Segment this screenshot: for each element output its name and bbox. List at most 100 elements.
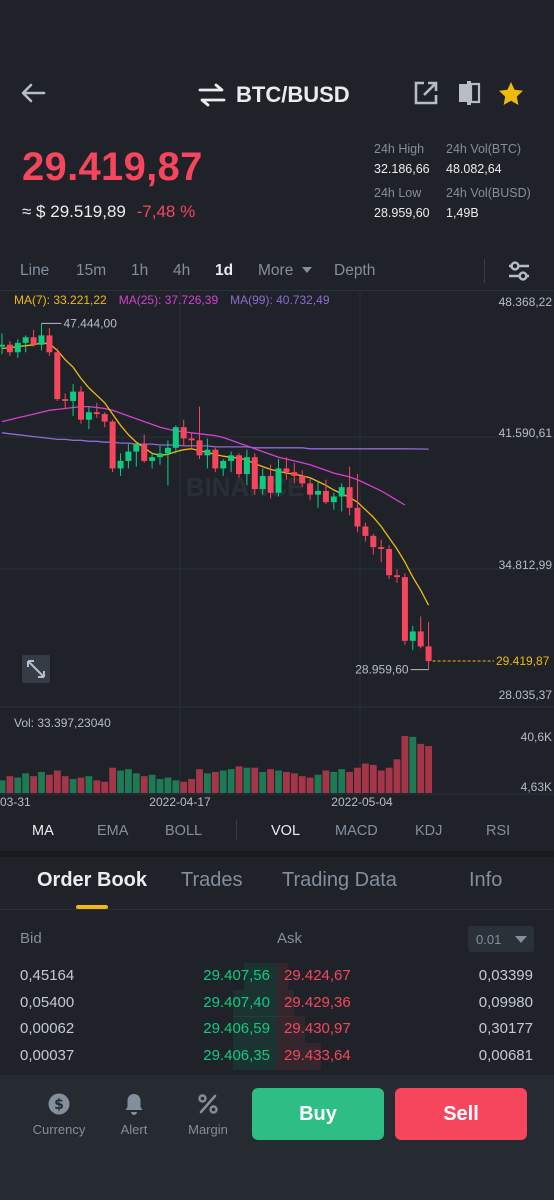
indicator-kdj[interactable]: KDJ — [415, 823, 442, 839]
compare-icon[interactable] — [456, 80, 482, 106]
interval-1h[interactable]: 1h — [131, 262, 148, 280]
volume-bar — [132, 773, 140, 793]
candle-body — [243, 457, 250, 475]
volume-bar — [393, 759, 401, 793]
orderbook-row[interactable]: 0,00062 29.406,59 29.430,97 0,30177 — [0, 1016, 554, 1043]
candle-body — [228, 455, 235, 461]
favorite-star-icon[interactable] — [497, 80, 525, 108]
divider — [484, 259, 485, 283]
volume-bar — [69, 778, 77, 793]
bid-price: 29.406,59 — [203, 1020, 270, 1037]
pair-selector[interactable]: BTC/BUSD — [198, 80, 350, 110]
tab-trades[interactable]: Trades — [181, 869, 243, 892]
indicator-vol[interactable]: VOL — [271, 823, 300, 839]
caret-down-icon — [301, 267, 312, 273]
margin-label: Margin — [188, 1122, 228, 1137]
volume-bar — [117, 770, 124, 793]
volume-bar — [346, 771, 353, 793]
price-axis-label: 28.035,37 — [499, 688, 553, 702]
date-axis-label: 2022-05-04 — [331, 795, 393, 809]
indicator-macd[interactable]: MACD — [335, 823, 378, 839]
ask-header: Ask — [277, 930, 303, 947]
candlestick-chart[interactable]: BINANCE47.444,0028.959,6029.419,8748.368… — [0, 291, 554, 811]
candle-body — [259, 475, 266, 490]
price-axis-label: 34.812,99 — [499, 558, 553, 572]
tab-order-book[interactable]: Order Book — [37, 869, 147, 892]
volume-bar — [425, 746, 432, 793]
precision-select[interactable]: 0.01 — [468, 926, 534, 952]
dollar-coin-icon: $ — [48, 1093, 70, 1115]
back-arrow-icon[interactable] — [18, 78, 48, 108]
usd-price: 29.519,89 — [50, 202, 126, 221]
volume-bar — [322, 770, 330, 793]
volume-bar — [275, 770, 282, 793]
interval-1d[interactable]: 1d — [215, 262, 233, 280]
chart-settings-icon[interactable] — [506, 258, 532, 284]
caret-down-icon — [515, 935, 528, 943]
candle-body — [78, 391, 84, 420]
volume-bar — [290, 773, 298, 793]
indicator-ema[interactable]: EMA — [97, 823, 128, 839]
alert-button[interactable]: Alert — [99, 1092, 169, 1137]
volume-bar — [46, 774, 53, 793]
interval-depth[interactable]: Depth — [334, 262, 375, 280]
candle-body — [30, 337, 37, 345]
candle-body — [157, 453, 163, 458]
interval-4h[interactable]: 4h — [173, 262, 190, 280]
bell-icon — [125, 1094, 143, 1115]
volume-bar — [38, 771, 45, 793]
candle-body — [46, 335, 53, 353]
tab-info[interactable]: Info — [469, 869, 502, 892]
volume-bar — [251, 767, 259, 793]
price-change-percent: -7,48 % — [136, 202, 196, 221]
interval-more-label: More — [258, 262, 294, 279]
current-price-label: 29.419,87 — [496, 654, 550, 668]
ask-quantity: 0,00681 — [478, 1047, 533, 1064]
interval-15m[interactable]: 15m — [76, 262, 106, 280]
interval-line[interactable]: Line — [20, 262, 49, 280]
bid-quantity: 0,05400 — [20, 994, 75, 1011]
orderbook-row[interactable]: 0,05400 29.407,40 29.429,36 0,09980 — [0, 990, 554, 1017]
volume-bar — [85, 776, 93, 793]
candle-body — [322, 490, 329, 503]
volume-bar — [148, 774, 156, 793]
indicator-ma[interactable]: MA — [32, 823, 54, 839]
date-axis-label: 03-31 — [0, 795, 31, 809]
currency-button[interactable]: $ Currency — [24, 1092, 94, 1137]
expand-chart-button[interactable] — [22, 655, 50, 683]
swap-icon — [198, 83, 226, 107]
candle-body — [307, 483, 314, 495]
tab-trading-data[interactable]: Trading Data — [282, 869, 397, 892]
ask-price: 29.433,64 — [284, 1047, 351, 1064]
candle-body — [117, 460, 124, 469]
indicator-rsi[interactable]: RSI — [486, 823, 510, 839]
external-link-icon[interactable] — [413, 80, 439, 106]
indicator-tabs: MA EMA BOLL VOL MACD KDJ RSI — [0, 812, 554, 850]
ask-price: 29.429,36 — [284, 994, 351, 1011]
candle-body — [330, 496, 337, 503]
candle-body — [93, 412, 100, 415]
sell-button[interactable]: Sell — [395, 1088, 527, 1140]
candle-body — [125, 451, 132, 461]
buy-button[interactable]: Buy — [252, 1088, 384, 1140]
candle-body — [425, 646, 432, 662]
volume-bar — [243, 767, 251, 793]
divider — [236, 820, 237, 840]
orderbook-row[interactable]: 0,45164 29.407,56 29.424,67 0,03399 — [0, 963, 554, 990]
orderbook-row[interactable]: 0,00037 29.406,35 29.433,64 0,00681 — [0, 1043, 554, 1070]
24h-vol-btc-value: 48.082,64 — [446, 162, 502, 176]
candle-body — [401, 577, 408, 641]
candle-body — [283, 468, 290, 473]
volume-label: Vol: 33.397,23040 — [14, 716, 111, 730]
volume-bar — [188, 778, 195, 793]
volume-bar — [417, 743, 425, 793]
margin-button[interactable]: Margin — [173, 1092, 243, 1137]
candle-body — [62, 399, 69, 401]
bid-quantity: 0,45164 — [20, 967, 75, 984]
interval-more[interactable]: More — [258, 262, 313, 280]
candle-body — [251, 457, 258, 490]
volume-bar — [362, 763, 369, 793]
indicator-boll[interactable]: BOLL — [165, 823, 202, 839]
volume-bar — [196, 769, 203, 793]
ma25-legend: MA(25): 37.726,39 — [118, 293, 219, 307]
